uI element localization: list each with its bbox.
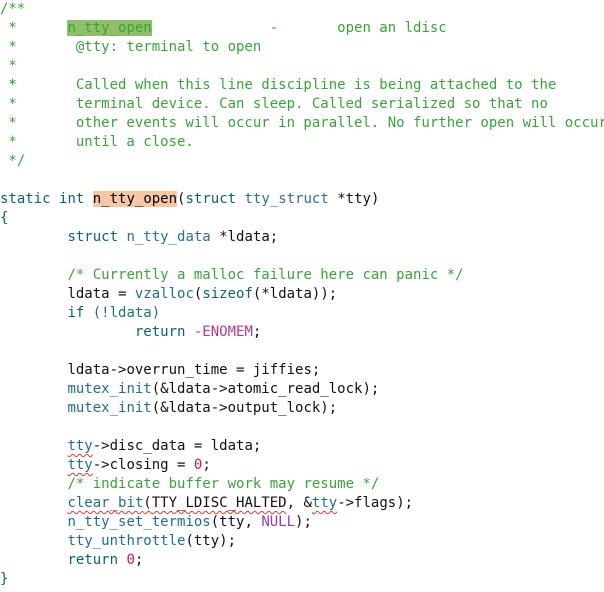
comment-text: /* Currently a malloc failure here can p… [67,267,464,283]
code-line: if (!ldata) [0,304,160,323]
error-squiggle-token[interactable]: tty [67,457,92,473]
brace: } [0,571,9,587]
code-line: ldata->overrun_time = jiffies; [0,361,320,380]
comment-text: * Called when this line discipline is be… [0,77,557,93]
code-text: ldata = [67,286,135,302]
comment-text: * [0,58,17,74]
comment-function-name-highlight: n_tty_open [67,20,152,36]
function-call: vzalloc [134,286,194,302]
keyword: sizeof [202,286,253,302]
brace: { [0,210,9,226]
code-line: return -ENOMEM; [0,323,261,342]
error-squiggle-token[interactable]: tty [312,495,337,511]
keyword: return [67,552,119,568]
comment-text: * other events will occur in parallel. N… [0,115,604,131]
code-line: n_tty_set_termios(tty, NULL); [0,513,312,532]
code-line: * until a close. [0,133,194,152]
code-editor[interactable]: /** * n_tty_open - open an ldisc * @tty:… [0,0,604,592]
function-signature: static int n_tty_open(struct tty_struct … [0,190,379,209]
code-text: (tty); [185,533,237,549]
code-text: (tty, [210,514,262,530]
keyword: struct [67,229,119,245]
macro-constant: NULL [261,514,296,530]
punct: ); [295,514,312,530]
code-line: * [0,57,17,76]
punct: ; [202,457,211,473]
code-line: */ [0,152,25,171]
comment-text: * [0,20,17,36]
comment-text: - open an ldisc [151,20,447,36]
code-line: { [0,209,8,228]
function-call: tty_unthrottle [67,533,186,549]
code-line: ldata = vzalloc(sizeof(*ldata)); [0,285,337,304]
code-line: /* indicate buffer work may resume */ [0,475,379,494]
punct: ; [134,552,144,568]
punct: ( [143,495,152,511]
code-text: *ldata; [210,229,279,245]
code-line: * other events will occur in parallel. N… [0,114,604,133]
code-text: ->closing = [92,457,194,473]
function-call: mutex_init [67,381,152,397]
code-line: * Called when this line discipline is be… [0,76,556,95]
macro-constant[interactable]: TTY_LDISC_HALTED [152,495,287,511]
code-text: (&ldata->atomic_read_lock); [151,381,380,397]
function-call: n_tty_set_termios [67,514,211,530]
code-line: tty->closing = 0; [0,456,211,475]
code-text: ldata->overrun_time = jiffies; [67,362,321,378]
punct: , & [286,495,312,511]
code-line: clear_bit(TTY_LDISC_HALTED, &tty->flags)… [0,494,413,513]
function-name-highlight[interactable]: n_tty_open [92,191,178,207]
code-line: * terminal device. Can sleep. Called ser… [0,95,548,114]
comment-text: */ [0,153,26,169]
code-line: /** [0,0,25,19]
code-line: tty->disc_data = ldata; [0,437,261,456]
code-line: mutex_init(&ldata->atomic_read_lock); [0,380,379,399]
code-text: (*ldata)); [252,286,338,302]
code-text: *tty) [328,191,380,207]
keyword: return [134,324,186,340]
code-line: * @tty: terminal to open [0,38,261,57]
number-literal: 0 [126,552,135,568]
comment-text: /** [0,1,26,17]
keyword: if [67,305,85,321]
code-line: /* Currently a malloc failure here can p… [0,266,464,285]
function-call: mutex_init [67,400,152,416]
comment-text: /* indicate buffer work may resume */ [67,476,380,492]
keyword: static [0,191,51,207]
code-text: (!ldata) [84,305,161,321]
code-text: ->disc_data = ldata; [92,438,262,454]
code-line: } [0,570,8,589]
type-name: tty_struct [244,191,329,207]
comment-text: * @tty: terminal to open [0,39,262,55]
type-name: n_tty_data [126,229,211,245]
code-text: ->flags); [337,495,414,511]
keyword: int [59,191,85,207]
comment-text: * until a close. [0,134,194,150]
comment-text: * terminal device. Can sleep. Called ser… [0,96,548,112]
function-call[interactable]: clear_bit [67,495,143,511]
code-text: (&ldata->output_lock); [151,400,338,416]
keyword: struct [185,191,237,207]
code-line: mutex_init(&ldata->output_lock); [0,399,337,418]
code-line: * n_tty_open - open an ldisc [0,19,447,38]
punct: ; [252,324,262,340]
macro-constant: -ENOMEM [185,324,253,340]
error-squiggle-token[interactable]: tty [67,438,92,454]
code-line: tty_unthrottle(tty); [0,532,236,551]
code-line: return 0; [0,551,143,570]
code-line: struct n_tty_data *ldata; [0,228,278,247]
